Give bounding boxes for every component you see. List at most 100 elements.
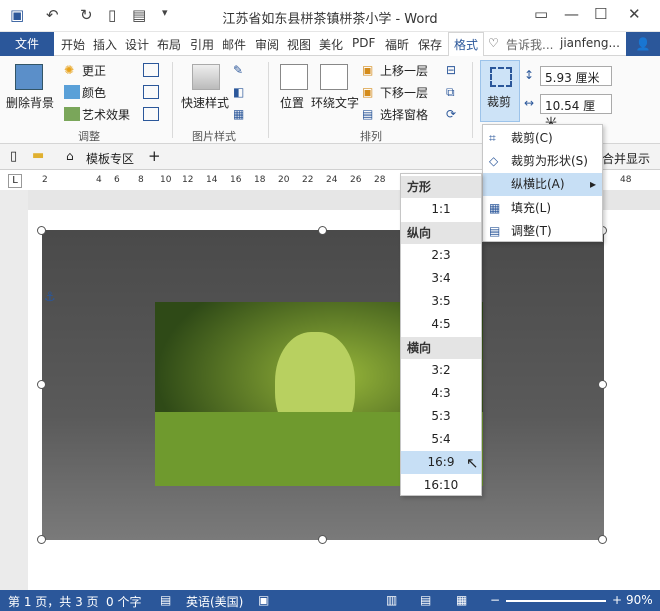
- zoom-in-icon[interactable]: +: [612, 593, 622, 607]
- macro-icon[interactable]: ▣: [258, 593, 269, 607]
- ratio-4-3[interactable]: 4:3: [401, 382, 481, 405]
- ratio-3-5[interactable]: 3:5: [401, 290, 481, 313]
- tab-home[interactable]: 开始: [61, 36, 85, 53]
- divider: [268, 62, 269, 138]
- ruler-label: 2: [42, 175, 48, 185]
- group-icon[interactable]: ⧉: [446, 85, 462, 99]
- tab-references[interactable]: 引用: [190, 36, 214, 53]
- ruler-label: 12: [182, 175, 194, 185]
- crop-icon: [490, 67, 512, 87]
- ratio-4-5[interactable]: 4:5: [401, 313, 481, 336]
- resize-handle[interactable]: [318, 226, 327, 235]
- crop-to-shape-item[interactable]: ◇ 裁剪为形状(S): [483, 150, 602, 173]
- folder-icon[interactable]: ▬: [32, 148, 44, 163]
- picture-effects-icon[interactable]: ◧: [233, 85, 249, 99]
- lightbulb-icon: ♡: [488, 36, 499, 50]
- ribbon-display-icon[interactable]: ▭: [534, 5, 548, 23]
- crop-label: 裁剪: [487, 95, 512, 109]
- page-count[interactable]: 第 1 页，共 3 页: [8, 593, 99, 610]
- wrap-text-icon: [320, 64, 348, 90]
- ratio-1-1[interactable]: 1:1: [401, 198, 481, 221]
- crop-button[interactable]: 裁剪: [480, 60, 520, 122]
- ratio-5-4[interactable]: 5:4: [401, 428, 481, 451]
- height-input[interactable]: 5.93 厘米: [540, 66, 612, 86]
- fit-item[interactable]: ▤ 调整(T): [483, 220, 602, 243]
- divider: [472, 62, 473, 138]
- group-adjust-label: 调整: [78, 130, 100, 143]
- tab-beautify[interactable]: 美化: [319, 36, 343, 53]
- close-icon[interactable]: ✕: [628, 5, 641, 23]
- resize-handle[interactable]: [37, 380, 46, 389]
- color-button[interactable]: 颜色: [82, 84, 106, 101]
- ratio-3-2[interactable]: 3:2: [401, 359, 481, 382]
- tab-file[interactable]: 文件: [0, 32, 54, 56]
- tab-layout[interactable]: 布局: [157, 36, 181, 53]
- tab-insert[interactable]: 插入: [93, 36, 117, 53]
- wrap-text-button[interactable]: 环绕文字: [311, 94, 359, 111]
- ruler-label: 14: [206, 175, 218, 185]
- ratio-5-3[interactable]: 5:3: [401, 405, 481, 428]
- tab-review[interactable]: 审阅: [255, 36, 279, 53]
- tab-foxit[interactable]: 福昕: [385, 36, 409, 53]
- selection-pane-button[interactable]: 选择窗格: [380, 106, 428, 123]
- tab-format[interactable]: 格式: [448, 32, 485, 57]
- word-count[interactable]: 0 个字: [106, 593, 141, 610]
- user-name[interactable]: jianfeng...: [560, 36, 620, 50]
- maximize-icon[interactable]: ☐: [594, 5, 607, 23]
- artistic-effects-button[interactable]: 艺术效果: [82, 106, 130, 123]
- ruler-label: 18: [254, 175, 266, 185]
- resize-handle[interactable]: [37, 226, 46, 235]
- width-input[interactable]: 10.54 厘米: [540, 94, 612, 130]
- reset-picture-icon[interactable]: [143, 107, 159, 121]
- rotate-icon[interactable]: ⟳: [446, 107, 462, 121]
- ratio-16-10[interactable]: 16:10: [401, 474, 481, 497]
- resize-handle[interactable]: [598, 380, 607, 389]
- bring-forward-button[interactable]: 上移一层: [380, 62, 428, 79]
- fill-item[interactable]: ▦ 填充(L): [483, 197, 602, 220]
- zoom-out-icon[interactable]: −: [490, 593, 500, 607]
- read-mode-icon[interactable]: ▥: [386, 593, 397, 607]
- divider: [172, 62, 173, 138]
- merge-display-button[interactable]: 合并显示: [602, 150, 650, 167]
- quick-styles-button[interactable]: 快速样式: [181, 94, 229, 111]
- send-backward-button[interactable]: 下移一层: [380, 84, 428, 101]
- correct-icon: ✺: [64, 63, 75, 77]
- minimize-icon[interactable]: —: [564, 5, 579, 23]
- ruler-label: 4: [96, 175, 102, 185]
- zoom-slider[interactable]: [506, 600, 606, 602]
- position-button[interactable]: 位置: [280, 94, 304, 111]
- square-header: 方形: [401, 176, 481, 198]
- picture-layout-icon[interactable]: ▦: [233, 107, 249, 121]
- tab-save[interactable]: 保存: [418, 36, 442, 53]
- corrections-button[interactable]: 更正: [82, 62, 106, 79]
- tab-mailings[interactable]: 邮件: [222, 36, 246, 53]
- tab-selector[interactable]: L: [8, 174, 22, 188]
- tab-view[interactable]: 视图: [287, 36, 311, 53]
- vertical-ruler: [0, 190, 28, 590]
- add-tab-icon[interactable]: +: [148, 147, 161, 165]
- print-layout-icon[interactable]: ▤: [420, 593, 431, 607]
- align-icon[interactable]: ⊟: [446, 63, 462, 77]
- ratio-3-4[interactable]: 3:4: [401, 267, 481, 290]
- resize-handle[interactable]: [318, 535, 327, 544]
- zoom-level[interactable]: 90%: [626, 593, 653, 607]
- crop-menu-item[interactable]: ⌗ 裁剪(C): [483, 127, 602, 150]
- aspect-ratio-item[interactable]: 纵横比(A) ▸: [483, 173, 602, 196]
- tab-pdf[interactable]: PDF: [352, 36, 375, 50]
- picture-border-icon[interactable]: ✎: [233, 63, 249, 77]
- portrait-header: 纵向: [401, 222, 481, 244]
- ratio-2-3[interactable]: 2:3: [401, 244, 481, 267]
- share-icon[interactable]: 👤: [626, 32, 660, 56]
- language[interactable]: 英语(美国): [186, 593, 243, 610]
- tab-design[interactable]: 设计: [125, 36, 149, 53]
- proofing-icon[interactable]: ▤: [160, 593, 171, 607]
- document-icon[interactable]: ▯: [10, 149, 17, 164]
- resize-handle[interactable]: [37, 535, 46, 544]
- compress-icon[interactable]: [143, 63, 159, 77]
- template-tab[interactable]: 模板专区: [86, 150, 134, 167]
- tell-me-input[interactable]: 告诉我...: [506, 36, 553, 53]
- resize-handle[interactable]: [598, 535, 607, 544]
- web-layout-icon[interactable]: ▦: [456, 593, 467, 607]
- change-picture-icon[interactable]: [143, 85, 159, 99]
- remove-background-button[interactable]: 删除背景: [6, 94, 54, 111]
